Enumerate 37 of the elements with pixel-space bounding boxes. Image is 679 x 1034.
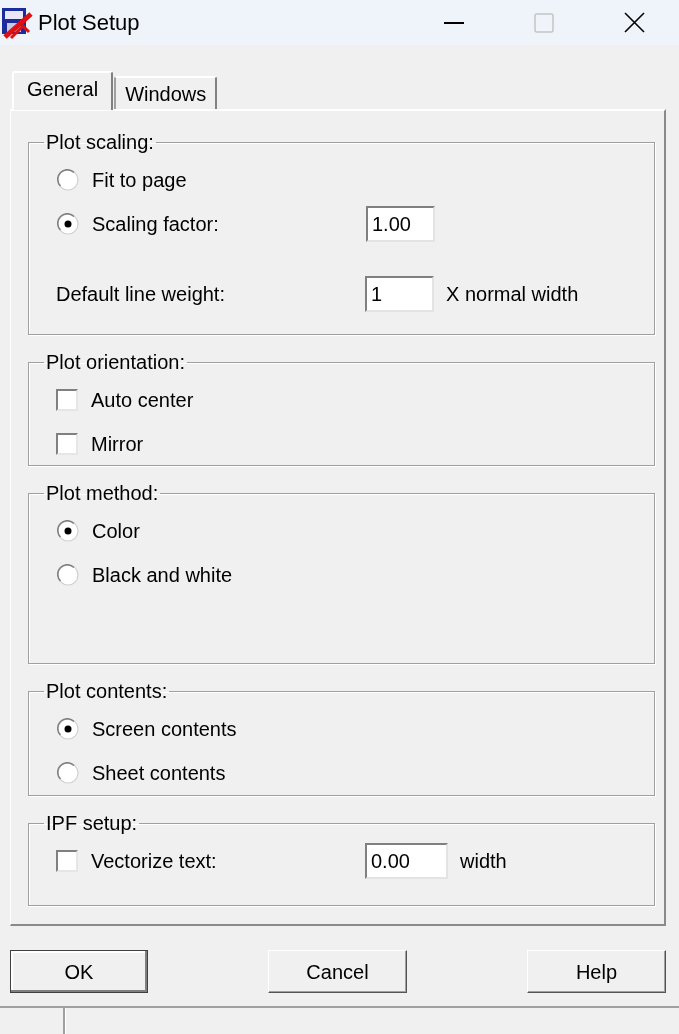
group-title: Plot orientation:: [45, 351, 186, 373]
checkbox-label: Auto center: [91, 388, 194, 412]
radio-label: Screen contents: [92, 717, 237, 741]
field-unit-label: width: [460, 849, 507, 873]
checkbox[interactable]: [56, 850, 78, 872]
radio-button[interactable]: [57, 213, 79, 235]
radio-label: Color: [92, 519, 140, 543]
radio-label: Sheet contents: [92, 761, 226, 785]
group-title: IPF setup:: [45, 812, 139, 834]
field-unit-label: X normal width: [446, 282, 579, 306]
radio-button[interactable]: [57, 520, 79, 542]
radio-button[interactable]: [57, 169, 79, 191]
group-title: Plot scaling:: [45, 131, 155, 153]
dialog-button[interactable]: OK: [10, 950, 148, 993]
radio-label: Fit to page: [92, 168, 187, 192]
checkbox-label: Mirror: [91, 432, 144, 456]
radio-label: Scaling factor:: [92, 212, 219, 236]
group-title: Plot method:: [45, 482, 160, 504]
group-title: Plot contents:: [45, 680, 169, 702]
radio-button[interactable]: [57, 762, 79, 784]
checkbox-label: Vectorize text:: [91, 849, 217, 873]
close-icon: [623, 12, 645, 33]
tab[interactable]: General: [12, 71, 114, 110]
dialog-button[interactable]: Cancel: [268, 950, 407, 993]
window-title: Plot Setup: [38, 9, 140, 36]
radio-label: Black and white: [92, 563, 233, 587]
dialog-button[interactable]: Help: [527, 950, 666, 993]
tab[interactable]: Windows: [114, 76, 218, 109]
field-label: Default line weight:: [56, 282, 225, 306]
text-field[interactable]: 0.00: [365, 843, 448, 879]
text-field[interactable]: 1: [365, 276, 434, 312]
text-field[interactable]: 1.00: [366, 206, 435, 242]
minimize-icon: [444, 21, 464, 24]
checkbox[interactable]: [56, 389, 78, 411]
radio-button[interactable]: [57, 718, 79, 740]
radio-button[interactable]: [57, 564, 79, 586]
checkbox[interactable]: [56, 433, 78, 455]
